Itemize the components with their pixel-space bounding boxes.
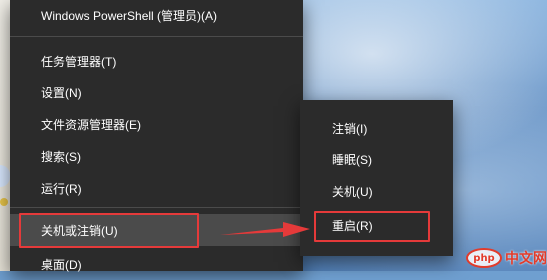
menu-item-label: 设置(N): [41, 85, 82, 100]
menu-item-label: 桌面(D): [41, 257, 82, 272]
menu-item-shutdown-or-signout[interactable]: 关机或注销(U) ›: [10, 214, 303, 246]
menu-item-task-manager[interactable]: 任务管理器(T): [10, 45, 303, 77]
submenu-item-sign-out[interactable]: 注销(I): [300, 112, 453, 144]
left-window-edge: [0, 0, 10, 271]
menu-item-label: 搜索(S): [41, 149, 81, 164]
watermark-text: 中文网: [505, 251, 547, 267]
menu-item-run[interactable]: 运行(R): [10, 172, 303, 204]
menu-item-label: 关机或注销(U): [41, 223, 118, 238]
submenu-item-sleep[interactable]: 睡眠(S): [300, 143, 453, 175]
menu-item-desktop[interactable]: 桌面(D): [10, 248, 303, 280]
menu-separator: [10, 207, 303, 208]
left-edge-yellow-dot: [0, 198, 8, 206]
shutdown-submenu: 注销(I) 睡眠(S) 关机(U) 重启(R): [300, 100, 453, 256]
menu-item-label: 文件资源管理器(E): [41, 117, 141, 132]
menu-item-file-explorer[interactable]: 文件资源管理器(E): [10, 108, 303, 140]
submenu-item-label: 重启(R): [332, 218, 373, 233]
php-watermark: php 中文网: [466, 247, 547, 269]
menu-item-label: 运行(R): [41, 181, 82, 196]
menu-separator: [10, 36, 303, 37]
submenu-item-label: 关机(U): [332, 184, 373, 199]
menu-item-label: Windows PowerShell (管理员)(A): [41, 8, 218, 23]
menu-item-search[interactable]: 搜索(S): [10, 140, 303, 172]
submenu-item-restart[interactable]: 重启(R): [300, 209, 453, 241]
submenu-item-label: 睡眠(S): [332, 152, 372, 167]
menu-item-settings[interactable]: 设置(N): [10, 76, 303, 108]
submenu-item-label: 注销(I): [332, 121, 368, 136]
menu-item-label: 任务管理器(T): [41, 54, 117, 69]
submenu-chevron-right-icon: ›: [287, 224, 291, 236]
php-logo-icon: php: [466, 248, 502, 268]
submenu-item-shut-down[interactable]: 关机(U): [300, 175, 453, 207]
menu-item-powershell-admin[interactable]: Windows PowerShell (管理员)(A): [10, 0, 303, 31]
winx-context-menu: Windows PowerShell (管理员)(A) 任务管理器(T) 设置(…: [10, 0, 303, 272]
